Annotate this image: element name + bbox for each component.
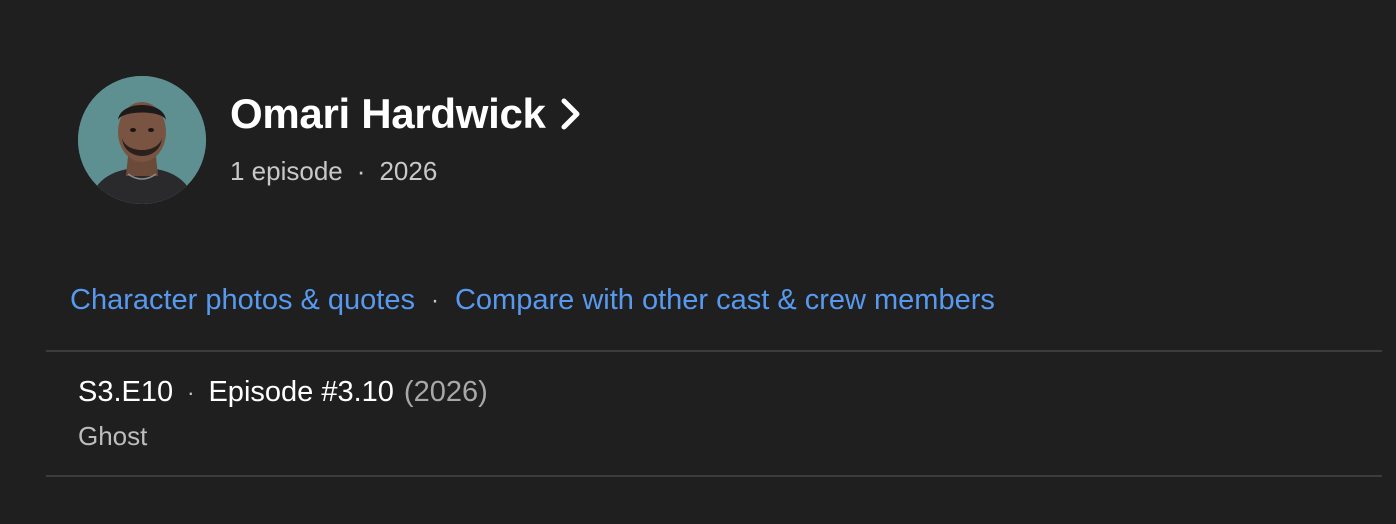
meta-separator: · xyxy=(356,155,366,186)
episode-count: 1 episode xyxy=(230,155,343,186)
cast-year: 2026 xyxy=(379,155,438,186)
chevron-right-icon xyxy=(560,97,582,131)
links-separator: · xyxy=(430,286,439,314)
episode-line: S3.E10 · Episode #3.10 (2026) xyxy=(78,376,488,409)
character-photos-link[interactable]: Character photos & quotes xyxy=(70,284,415,317)
episode-code: S3.E10 xyxy=(78,376,174,408)
episode-year: (2026) xyxy=(403,376,488,408)
cast-info: Omari Hardwick 1 episode · 2026 xyxy=(230,90,582,187)
cast-name: Omari Hardwick xyxy=(230,89,546,137)
cast-meta: 1 episode · 2026 xyxy=(230,156,582,187)
divider xyxy=(46,475,1382,477)
compare-cast-link[interactable]: Compare with other cast & crew members xyxy=(455,284,995,317)
episode-title[interactable]: Episode #3.10 xyxy=(208,376,393,409)
cast-header: Omari Hardwick 1 episode · 2026 xyxy=(78,76,582,204)
cast-member-page: Omari Hardwick 1 episode · 2026 Characte… xyxy=(0,0,1396,524)
related-links: Character photos & quotes · Compare with… xyxy=(70,284,995,317)
avatar-portrait xyxy=(78,76,206,204)
episode-separator: · xyxy=(187,379,195,405)
avatar[interactable] xyxy=(78,76,206,204)
divider xyxy=(46,350,1382,352)
episode-list-item[interactable]: S3.E10 · Episode #3.10 (2026) Ghost xyxy=(78,376,488,452)
character-name: Ghost xyxy=(78,421,148,451)
cast-name-link[interactable]: Omari Hardwick xyxy=(230,90,582,138)
